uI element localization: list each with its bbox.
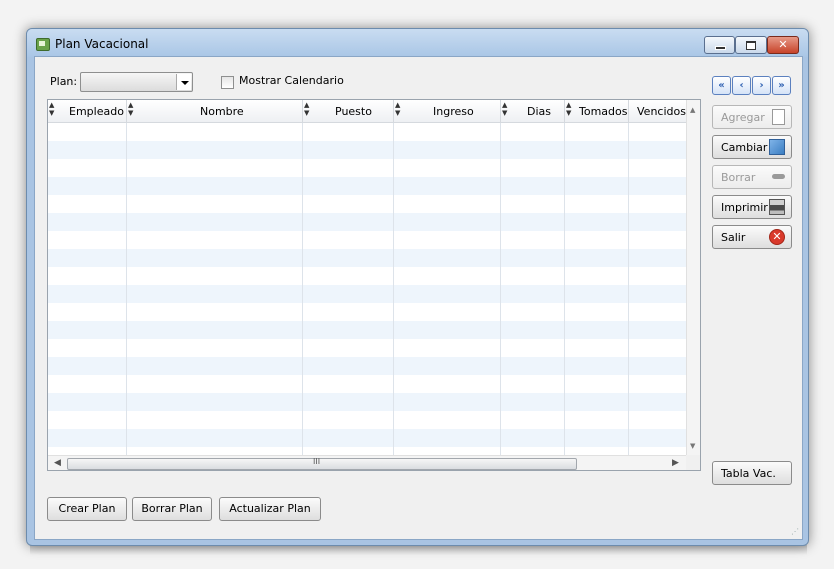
title-bar[interactable]: Plan Vacacional ✕	[27, 29, 808, 57]
minus-icon	[772, 174, 785, 179]
sort-arrows-icon: ▲ ▼	[502, 101, 508, 117]
table-vac-button-label: Tabla Vac.	[721, 467, 776, 480]
app-window-icon	[36, 38, 50, 51]
table-row[interactable]	[48, 303, 686, 321]
print-button[interactable]: Imprimir	[712, 195, 792, 219]
table-row[interactable]	[48, 141, 686, 159]
plan-dropdown[interactable]	[80, 72, 193, 92]
create-plan-label: Crear Plan	[58, 502, 116, 515]
delete-button-label: Borrar	[721, 171, 756, 184]
plan-label: Plan:	[50, 75, 78, 88]
vertical-scrollbar[interactable]: ▲ ▼	[686, 100, 700, 455]
add-button[interactable]: Agregar	[712, 105, 792, 129]
scrollbar-corner	[686, 455, 700, 470]
table-row[interactable]	[48, 195, 686, 213]
sort-arrows-icon: ▲ ▼	[304, 101, 310, 117]
scroll-down-icon[interactable]: ▼	[690, 442, 695, 450]
change-button[interactable]: Cambiar	[712, 135, 792, 159]
close-circle-icon: ✕	[769, 229, 785, 245]
column-header-label: Puesto	[335, 105, 372, 118]
scrollbar-thumb[interactable]: III	[67, 457, 577, 470]
window-client-area: Plan: Mostrar Calendario ▲ ▼ Empleado ▲ ▼ No…	[34, 56, 803, 540]
column-header-label: Nombre	[200, 105, 244, 118]
vacation-plan-table[interactable]: ▲ ▼ Empleado ▲ ▼ Nombre ▲ ▼ Puesto ▲ ▼ Ingreso ▲…	[47, 99, 701, 471]
delete-button[interactable]: Borrar	[712, 165, 792, 189]
column-divider	[500, 123, 501, 455]
table-row[interactable]	[48, 177, 686, 195]
table-row[interactable]	[48, 321, 686, 339]
scroll-left-icon[interactable]: ◀	[54, 458, 61, 468]
resize-grip-icon[interactable]: ⋰	[791, 527, 799, 536]
update-plan-button[interactable]: Actualizar Plan	[219, 497, 321, 521]
plan-vacacional-window: Plan Vacacional ✕ Plan: Mostrar Calendar…	[26, 28, 809, 546]
table-row[interactable]	[48, 231, 686, 249]
table-row[interactable]	[48, 123, 686, 141]
table-row[interactable]	[48, 267, 686, 285]
new-page-icon	[772, 109, 785, 125]
column-header-label: Empleado	[69, 105, 124, 118]
column-header-empleado[interactable]: ▲ ▼ Empleado	[48, 100, 127, 122]
scroll-up-icon[interactable]: ▲	[690, 106, 695, 114]
printer-icon	[769, 199, 785, 215]
column-header-label: Dias	[527, 105, 551, 118]
create-plan-button[interactable]: Crear Plan	[47, 497, 127, 521]
chevron-down-icon[interactable]	[176, 74, 191, 90]
window-shadow	[30, 545, 807, 555]
column-divider	[564, 123, 565, 455]
scrollbar-grip: III	[313, 457, 321, 466]
first-record-button[interactable]: «	[712, 76, 731, 95]
table-row[interactable]	[48, 249, 686, 267]
maximize-button[interactable]	[735, 36, 767, 54]
sort-arrows-icon: ▲ ▼	[49, 101, 55, 117]
sort-arrows-icon: ▲ ▼	[128, 101, 134, 117]
column-header-ingreso[interactable]: ▲ ▼ Ingreso	[394, 100, 501, 122]
column-header-tomados[interactable]: ▲ ▼ Tomados	[565, 100, 629, 122]
delete-plan-label: Borrar Plan	[141, 502, 203, 515]
sort-arrows-icon: ▲ ▼	[395, 101, 401, 117]
column-divider	[302, 123, 303, 455]
table-row[interactable]	[48, 213, 686, 231]
minimize-button[interactable]	[704, 36, 735, 54]
previous-record-button[interactable]: ‹	[732, 76, 751, 95]
table-row[interactable]	[48, 357, 686, 375]
column-header-label: Tomados	[579, 105, 628, 118]
table-row[interactable]	[48, 339, 686, 357]
table-row[interactable]	[48, 159, 686, 177]
add-button-label: Agregar	[721, 111, 765, 124]
table-row[interactable]	[48, 285, 686, 303]
column-header-vencidos[interactable]: Vencidos	[629, 100, 686, 122]
update-plan-label: Actualizar Plan	[229, 502, 311, 515]
delete-plan-button[interactable]: Borrar Plan	[132, 497, 212, 521]
column-header-puesto[interactable]: ▲ ▼ Puesto	[303, 100, 394, 122]
column-divider	[628, 123, 629, 455]
last-record-button[interactable]: »	[772, 76, 791, 95]
table-body	[48, 123, 686, 455]
column-header-label: Ingreso	[433, 105, 474, 118]
close-window-button[interactable]: ✕	[767, 36, 799, 54]
print-button-label: Imprimir	[721, 201, 768, 214]
table-row[interactable]	[48, 411, 686, 429]
next-record-button[interactable]: ›	[752, 76, 771, 95]
table-row[interactable]	[48, 429, 686, 447]
column-header-label: Vencidos	[637, 105, 686, 118]
table-vac-button[interactable]: Tabla Vac.	[712, 461, 792, 485]
change-button-label: Cambiar	[721, 141, 768, 154]
column-divider	[393, 123, 394, 455]
exit-button-label: Salir	[721, 231, 746, 244]
column-header-nombre[interactable]: ▲ ▼ Nombre	[127, 100, 303, 122]
picture-icon	[769, 139, 785, 155]
table-header: ▲ ▼ Empleado ▲ ▼ Nombre ▲ ▼ Puesto ▲ ▼ Ingreso ▲…	[48, 100, 686, 123]
sort-arrows-icon: ▲ ▼	[566, 101, 572, 117]
scroll-right-icon[interactable]: ▶	[672, 458, 679, 468]
column-header-dias[interactable]: ▲ ▼ Dias	[501, 100, 565, 122]
table-row[interactable]	[48, 393, 686, 411]
table-row[interactable]	[48, 375, 686, 393]
show-calendar-checkbox[interactable]	[221, 76, 234, 89]
close-icon: ✕	[778, 38, 788, 51]
show-calendar-label[interactable]: Mostrar Calendario	[239, 74, 344, 87]
column-divider	[126, 123, 127, 455]
horizontal-scrollbar[interactable]: ◀ III ▶	[48, 455, 686, 470]
exit-button[interactable]: Salir ✕	[712, 225, 792, 249]
window-title: Plan Vacacional	[55, 37, 149, 51]
